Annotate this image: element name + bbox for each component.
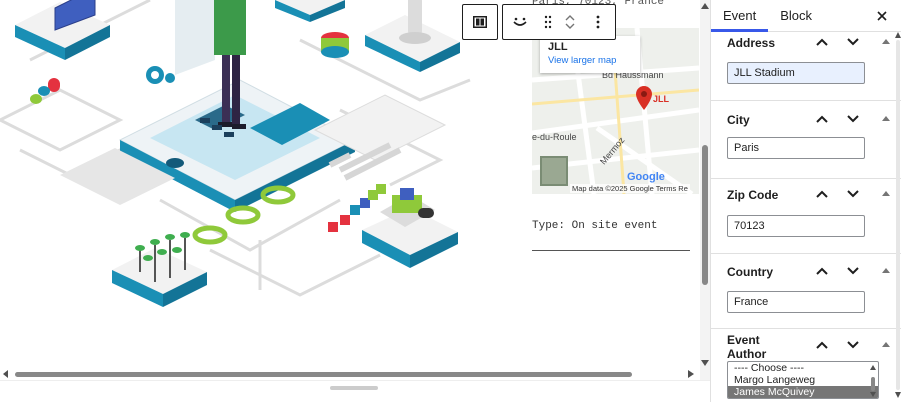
map-info-popup: JLL View larger map [540,36,640,73]
country-label: Country [727,265,773,279]
chevron-down-icon[interactable] [845,111,861,127]
city-label: City [727,113,750,127]
author-select[interactable]: ---- Choose ---- Margo Langeweg James Mc… [727,361,879,399]
collapse-caret-icon[interactable] [881,338,891,350]
block-type-group [462,4,498,40]
collapse-caret-icon[interactable] [881,112,891,124]
author-option-selected[interactable]: James McQuivey [728,386,878,398]
chevron-down-icon[interactable] [845,34,861,50]
author-label-line2: Author [727,347,767,361]
map-pin-label: JLL [653,94,670,104]
map-attribution[interactable]: Map data ©2025 Google Terms Re [570,184,690,193]
chevron-up-icon[interactable] [814,186,830,202]
chevron-up-icon[interactable] [814,337,830,353]
separator [532,250,690,251]
block-controls-group [502,4,616,40]
select-scrollbar[interactable] [870,365,876,397]
collapse-caret-icon[interactable] [881,187,891,199]
vertical-scrollbar[interactable] [700,0,710,380]
google-logo: Google [627,171,665,183]
map-pin-icon[interactable] [636,86,652,110]
event-type-text: Type: On site event [532,220,658,232]
author-label: Event Author [727,333,766,361]
scroll-down-icon[interactable] [701,360,709,366]
more-options-icon[interactable] [581,5,615,39]
country-input[interactable] [727,291,865,313]
chevron-down-icon[interactable] [845,337,861,353]
tab-event[interactable]: Event [711,0,769,32]
country-field-panel: Country [711,254,901,329]
author-option[interactable]: Margo Langeweg [728,374,878,386]
zip-label: Zip Code [727,188,779,202]
collapse-caret-icon[interactable] [881,264,891,276]
author-option[interactable]: ---- Choose ---- [728,362,878,374]
canvas-footer [0,380,710,402]
address-input[interactable] [727,62,865,84]
city-input[interactable] [727,137,865,159]
block-mover [559,5,581,39]
move-down-icon[interactable] [565,22,575,30]
view-larger-map-link[interactable]: View larger map [548,55,632,66]
isometric-illustration [0,0,471,307]
zip-field-header: Zip Code [711,184,901,204]
block-toolbar [462,4,616,40]
address-label: Address [727,36,776,50]
country-field-header: Country [711,261,901,281]
move-up-icon[interactable] [565,14,575,22]
columns-icon[interactable] [463,5,497,39]
zip-field-panel: Zip Code [711,179,901,254]
chevron-up-icon[interactable] [814,34,830,50]
scroll-left-icon[interactable] [3,370,9,378]
city-field-panel: City [711,101,901,179]
vertical-scroll-thumb[interactable] [702,145,708,285]
horizontal-scroll-thumb[interactable] [15,372,632,377]
close-icon[interactable] [873,7,891,25]
horizontal-scrollbar[interactable] [0,368,700,380]
chevron-down-icon[interactable] [845,186,861,202]
sidebar-tabs: Event Block [711,0,901,32]
settings-sidebar: Event Block Address City Zip Code [710,0,901,402]
address-field-panel: Address [711,32,901,101]
sidebar-scrollbar[interactable] [895,32,901,402]
street-label-2: e-du-Roule [532,132,577,142]
chevron-down-icon[interactable] [845,263,861,279]
chevron-up-icon[interactable] [814,111,830,127]
resize-handle[interactable] [330,386,378,390]
address-field-header: Address [711,32,901,52]
tab-block[interactable]: Block [768,0,824,32]
city-field-header: City [711,109,901,129]
editor-canvas: Paris, 70123, France Bd Haussmann e-du-R… [0,0,710,402]
drag-handle-icon[interactable] [537,5,559,39]
map-popup-title: JLL [548,41,568,53]
smiley-icon[interactable] [503,5,537,39]
scroll-up-icon[interactable] [701,3,709,9]
author-label-line1: Event [727,333,760,347]
scroll-right-icon[interactable] [688,370,694,378]
zip-input[interactable] [727,215,865,237]
collapse-caret-icon[interactable] [881,35,891,47]
chevron-up-icon[interactable] [814,263,830,279]
